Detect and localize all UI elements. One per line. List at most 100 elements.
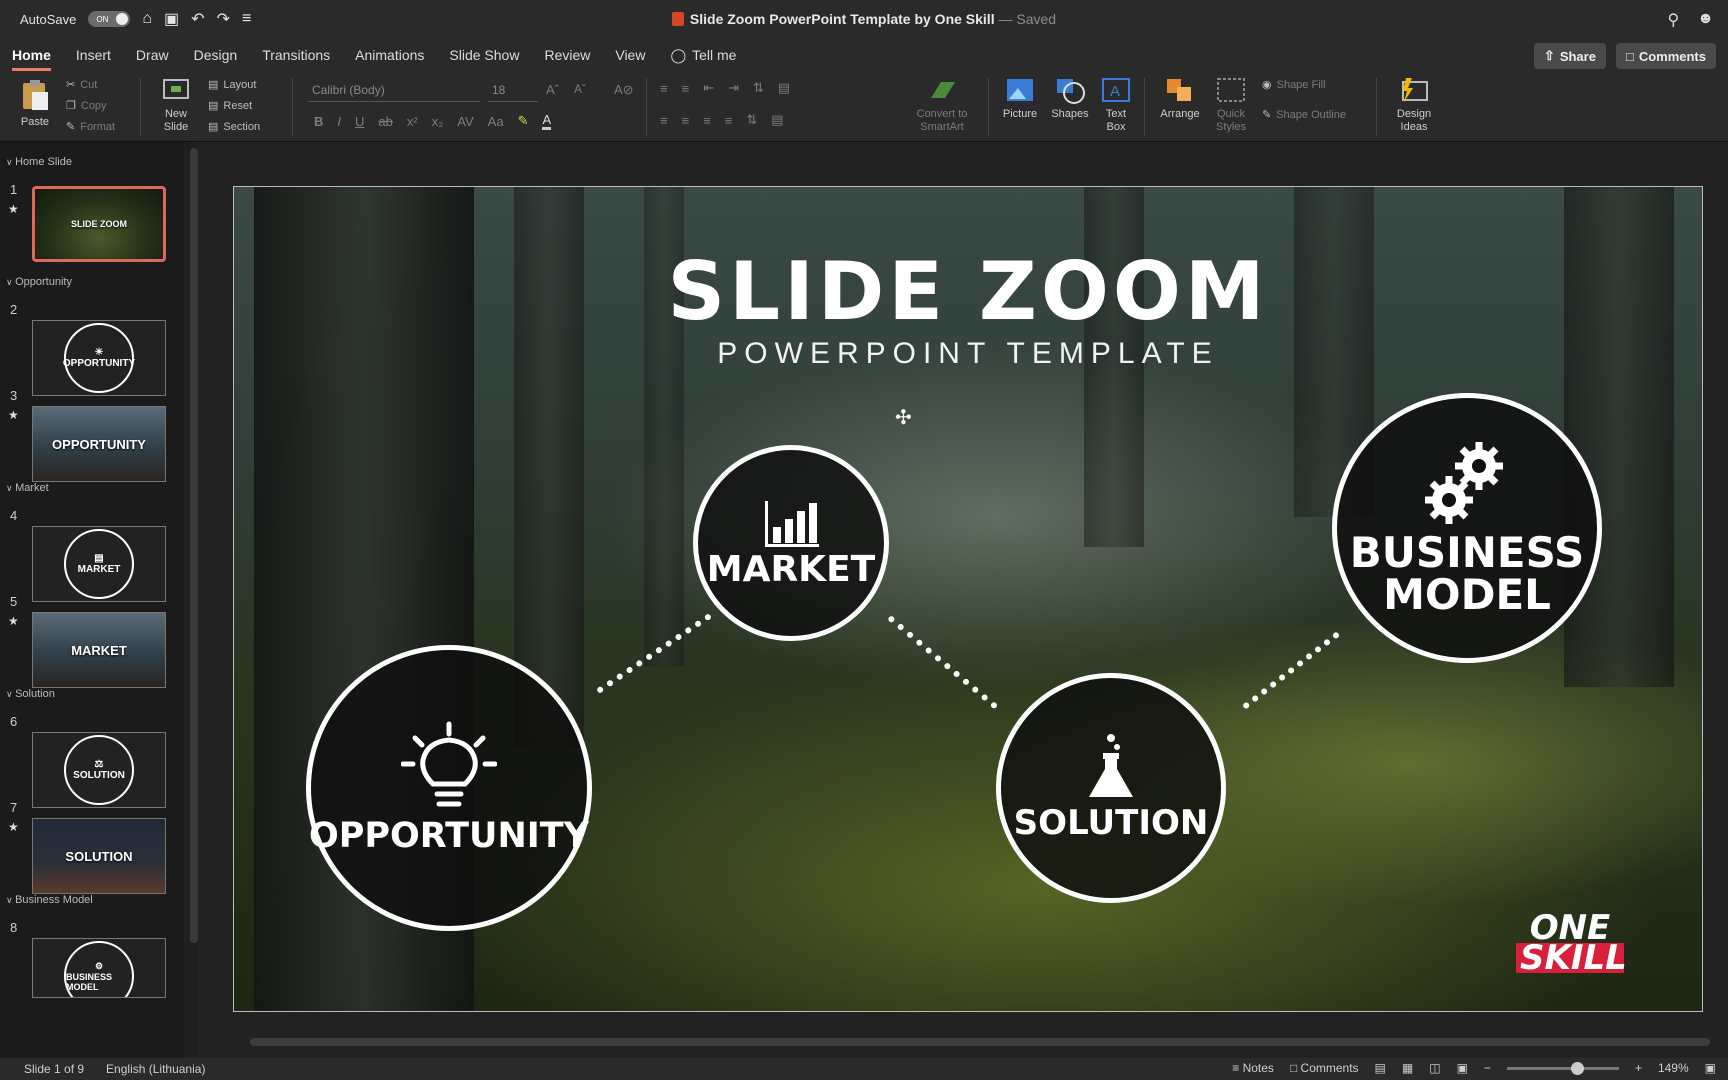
account-icon[interactable]: ☻	[1697, 10, 1714, 30]
convert-label-1: Convert to	[916, 108, 968, 120]
justify-icon[interactable]: ≡	[725, 113, 733, 128]
grow-font-button[interactable]: Aˆ	[546, 82, 559, 97]
arrange-button[interactable]: Arrange	[1152, 76, 1208, 121]
tab-transitions[interactable]: Transitions	[262, 41, 330, 69]
italic-icon[interactable]: I	[337, 114, 341, 129]
tab-home[interactable]: Home	[12, 41, 51, 71]
slide-thumb-6[interactable]: ⚖ SOLUTION	[32, 732, 166, 808]
align-right-icon[interactable]: ≡	[703, 113, 711, 128]
cut-button[interactable]: ✂ Cut	[66, 78, 97, 92]
business-model-zoom[interactable]: BUSINESS MODEL	[1332, 393, 1602, 663]
tell-me-box[interactable]: ◯ Tell me	[670, 47, 736, 64]
zoom-in-icon[interactable]: +	[1635, 1061, 1642, 1075]
language-indicator[interactable]: English (Lithuania)	[106, 1062, 205, 1076]
section-business-model[interactable]: Business Model	[6, 894, 93, 906]
reset-button[interactable]: ▤ Reset	[208, 99, 252, 113]
highlight-icon[interactable]: ✎	[518, 113, 529, 129]
format-painter-button[interactable]: ✎ Format	[66, 120, 115, 134]
subscript-icon[interactable]: x₂	[432, 114, 444, 129]
tab-design[interactable]: Design	[194, 41, 238, 69]
fit-slide-icon[interactable]: ▣	[1705, 1061, 1716, 1075]
slide-canvas[interactable]: SLIDE ZOOM POWERPOINT TEMPLATE MARKET OP…	[233, 186, 1703, 1012]
slide-subtitle[interactable]: POWERPOINT TEMPLATE	[234, 337, 1702, 371]
clear-format-icon[interactable]: A⊘	[614, 82, 634, 98]
font-family-select[interactable]: Calibri (Body)	[308, 80, 480, 102]
tab-view[interactable]: View	[615, 41, 645, 69]
underline-icon[interactable]: U	[355, 114, 364, 129]
slide-thumb-4[interactable]: ▤ MARKET	[32, 526, 166, 602]
superscript-icon[interactable]: x²	[407, 114, 418, 129]
autosave-toggle[interactable]: ON	[88, 11, 131, 27]
tab-insert[interactable]: Insert	[76, 41, 111, 69]
slide-thumb-3[interactable]: OPPORTUNITY	[32, 406, 166, 482]
slide-show-icon[interactable]: ▣	[1457, 1061, 1468, 1075]
font-size-select[interactable]: 18	[488, 80, 538, 102]
comments-status-button[interactable]: □ Comments	[1290, 1061, 1359, 1075]
customize-toolbar-icon[interactable]: ≡	[242, 10, 251, 28]
reading-view-icon[interactable]: ◫	[1429, 1061, 1440, 1075]
picture-button[interactable]: Picture	[994, 76, 1046, 121]
paste-button[interactable]: Paste	[14, 78, 56, 129]
comments-button[interactable]: □ Comments	[1615, 43, 1716, 69]
zoom-slider-knob[interactable]	[1570, 1061, 1584, 1075]
section-opportunity[interactable]: Opportunity	[6, 276, 72, 288]
normal-view-icon[interactable]: ▤	[1375, 1061, 1386, 1075]
market-zoom[interactable]: MARKET	[693, 445, 889, 641]
change-case-icon[interactable]: Aa	[488, 114, 504, 129]
slide-sorter-icon[interactable]: ▦	[1402, 1061, 1413, 1075]
shape-fill-button[interactable]: ◉ Shape Fill	[1262, 78, 1326, 92]
line-spacing-icon[interactable]: ⇅	[753, 80, 764, 96]
quick-styles-button[interactable]: Quick Styles	[1208, 76, 1254, 134]
design-ideas-button[interactable]: Design Ideas	[1386, 76, 1442, 134]
shrink-font-button[interactable]: Aˇ	[574, 82, 586, 96]
section-home-slide[interactable]: Home Slide	[6, 156, 72, 168]
char-spacing-icon[interactable]: AV	[457, 114, 473, 129]
numbering-icon[interactable]: ≡	[682, 81, 690, 96]
strikethrough-icon[interactable]: ab	[378, 114, 392, 129]
section-button[interactable]: ▤ Section	[208, 120, 260, 134]
search-icon[interactable]: ⚲	[1667, 10, 1679, 30]
section-market[interactable]: Market	[6, 482, 49, 494]
home-icon[interactable]: ⌂	[142, 10, 152, 28]
share-button[interactable]: ⇧ Share	[1533, 43, 1606, 69]
text-box-button[interactable]: A Text Box	[1098, 76, 1134, 134]
decrease-indent-icon[interactable]: ⇤	[703, 80, 714, 96]
increase-indent-icon[interactable]: ⇥	[728, 80, 739, 96]
copy-button[interactable]: ❐ Copy	[66, 99, 107, 113]
font-color-icon[interactable]: A	[542, 112, 552, 130]
notes-button[interactable]: ≡ Notes	[1232, 1061, 1274, 1075]
redo-icon[interactable]: ↷	[217, 9, 230, 29]
undo-icon[interactable]: ↶	[191, 9, 204, 29]
section-solution[interactable]: Solution	[6, 688, 55, 700]
tab-draw[interactable]: Draw	[136, 41, 169, 69]
zoom-out-icon[interactable]: −	[1484, 1061, 1491, 1075]
solution-zoom[interactable]: SOLUTION	[996, 673, 1226, 903]
tab-review[interactable]: Review	[544, 41, 590, 69]
horizontal-scrollbar[interactable]	[250, 1038, 1710, 1046]
save-icon[interactable]: ▣	[164, 9, 179, 29]
text-direction-icon[interactable]: ⇅	[746, 112, 757, 128]
slide-title[interactable]: SLIDE ZOOM	[234, 245, 1702, 338]
shape-outline-button[interactable]: ✎ Shape Outline	[1262, 108, 1346, 122]
tab-animations[interactable]: Animations	[355, 41, 424, 69]
slide-thumb-5[interactable]: MARKET	[32, 612, 166, 688]
zoom-level[interactable]: 149%	[1658, 1061, 1689, 1075]
slide-thumb-7[interactable]: SOLUTION	[32, 818, 166, 894]
slide-thumb-1[interactable]: SLIDE ZOOM	[32, 186, 166, 262]
columns-icon[interactable]: ▤	[778, 80, 790, 96]
layout-button[interactable]: ▤ Layout	[208, 78, 256, 92]
align-center-icon[interactable]: ≡	[682, 113, 690, 128]
thumbnail-scrollbar[interactable]	[190, 148, 198, 943]
align-text-icon[interactable]: ▤	[771, 112, 783, 128]
opportunity-zoom[interactable]: OPPORTUNITY	[306, 645, 592, 931]
align-left-icon[interactable]: ≡	[660, 113, 668, 128]
new-slide-button[interactable]: New Slide	[150, 76, 202, 134]
tab-slide-show[interactable]: Slide Show	[449, 41, 519, 69]
bold-icon[interactable]: B	[314, 114, 323, 129]
slide-thumb-2[interactable]: ☀ OPPORTUNITY	[32, 320, 166, 396]
convert-smartart-button[interactable]: Convert to SmartArt	[906, 76, 978, 134]
shapes-button[interactable]: Shapes	[1044, 76, 1096, 121]
bullets-icon[interactable]: ≡	[660, 81, 668, 96]
zoom-slider[interactable]	[1506, 1061, 1619, 1075]
slide-thumb-8[interactable]: ⚙ BUSINESS MODEL	[32, 938, 166, 998]
